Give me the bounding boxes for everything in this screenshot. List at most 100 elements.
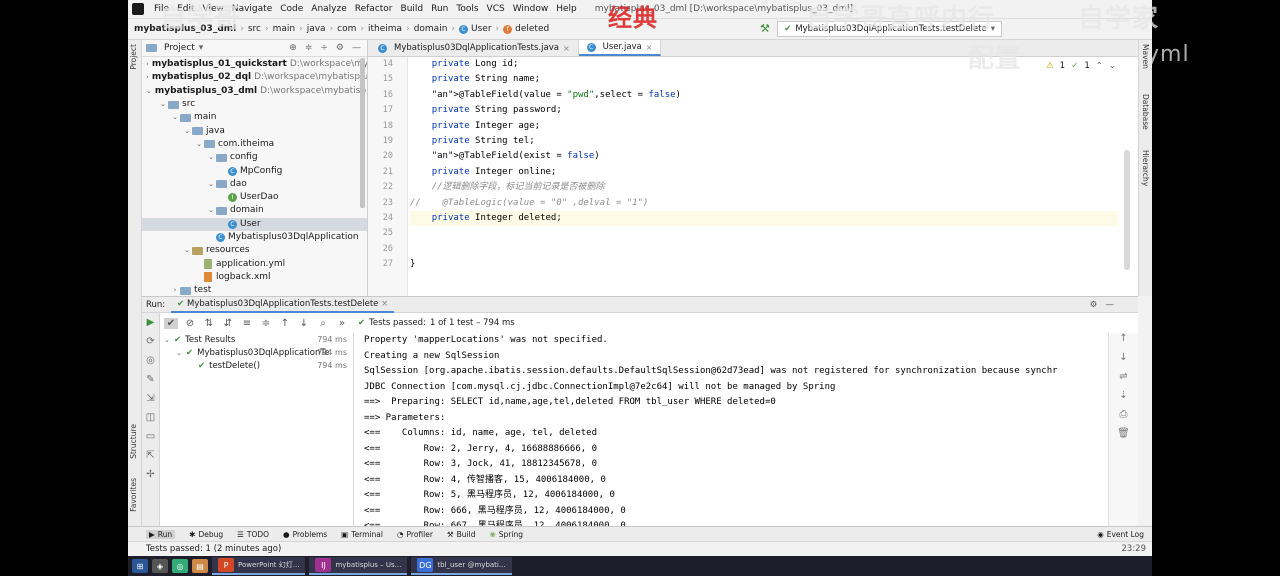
tool-tab-favorites[interactable]: Favorites [129,478,138,512]
chevron-icon[interactable]: › [146,71,149,84]
more-icon[interactable]: » [335,318,349,329]
soft-wrap-icon[interactable]: ⇌ [1109,371,1138,390]
bottom-tab-spring[interactable]: ❀ Spring [489,530,523,539]
export-icon[interactable]: ⇱ [142,446,159,465]
bottom-tab-problems[interactable]: ● Problems [283,530,327,539]
windows-start-icon[interactable]: ⊞ [132,559,148,573]
project-tree-item[interactable]: › test [142,284,367,296]
close-icon[interactable]: × [646,43,653,52]
console-output[interactable]: Property 'mapperLocations' was not speci… [364,333,1108,526]
breadcrumb-java[interactable]: java [307,24,326,34]
chevron-down-icon[interactable]: ▾ [199,43,204,53]
breadcrumb-main[interactable]: main [273,24,296,34]
rerun-failed-icon[interactable]: ⟳ [142,332,159,351]
search-icon[interactable]: ⌕ [316,318,330,329]
chevron-icon[interactable]: ⌄ [194,138,204,151]
menu-vcs[interactable]: VCS [483,0,509,19]
wrench-icon[interactable]: ✎ [142,370,159,389]
taskbar-app-intellij[interactable]: IJ mybatisplus – Us... [309,557,408,575]
bottom-tab-terminal[interactable]: ▣ Terminal [341,530,383,539]
down-arrow-icon[interactable]: ↓ [1109,352,1138,371]
chevron-icon[interactable]: ⌄ [206,151,216,164]
breadcrumb-user[interactable]: User [471,24,492,34]
project-tree-item[interactable]: ⌄ mybatisplus_03_dml D:\workspace\mybatisp… [142,85,367,98]
menu-code[interactable]: Code [276,0,307,19]
chevron-down-icon[interactable]: ⌄ [176,349,186,357]
up-arrow-icon[interactable]: ↑ [1109,333,1138,352]
project-tree-item[interactable]: C User [142,217,367,231]
menu-window[interactable]: Window [509,0,553,19]
sort-duration-icon[interactable]: ⇵ [221,318,235,329]
menu-refactor[interactable]: Refactor [351,0,397,19]
expand-icon[interactable]: ÷ [320,43,328,53]
import-icon[interactable]: ⇲ [142,389,159,408]
breadcrumb-deleted[interactable]: deleted [515,24,549,34]
project-tree-item[interactable]: ⌄ main [142,111,367,124]
up-arrow-icon[interactable]: ↑ [278,318,292,329]
chevron-icon[interactable]: ⌄ [182,125,192,138]
tool-tab-structure[interactable]: Structure [129,424,138,459]
project-tree-item[interactable]: ⌄ com.itheima [142,138,367,151]
inspection-widget[interactable]: ⚠ 1 ✓ 1 ⌃ ⌄ [1046,61,1116,71]
project-tree-item[interactable]: logback.xml [142,271,367,284]
rerun-icon[interactable]: ▶ [142,313,159,332]
project-view-select[interactable]: Project [164,43,195,53]
chrome-icon[interactable]: ◎ [172,559,188,573]
bottom-tab-run[interactable]: ▶ Run [146,529,176,539]
taskbar-app-powerpoint[interactable]: P PowerPoint 幻灯... [212,557,306,575]
project-tree-item[interactable]: application.yml [142,257,367,270]
taskbar-app-datagrip[interactable]: DG tbl_user @mybati... [411,557,512,575]
locate-icon[interactable]: ⊕ [289,43,297,53]
project-tree-item[interactable]: ⌄ resources [142,244,367,257]
project-tree-item[interactable]: ⌄ src [142,98,367,111]
layout-icon[interactable]: ▭ [142,427,159,446]
chevron-icon[interactable]: › [170,284,180,296]
chevron-icon[interactable]: ⌄ [206,204,216,217]
breadcrumb-domain[interactable]: domain [414,24,448,34]
minimize-icon[interactable]: — [352,43,361,53]
breadcrumb-com[interactable]: com [337,24,356,34]
chevron-icon[interactable]: ⌄ [146,85,152,98]
print-icon[interactable]: ⎙ [1109,409,1138,428]
collapse-all-icon[interactable]: ≑ [305,43,313,53]
sort-alpha-icon[interactable]: ⇅ [202,318,216,329]
chevron-icon[interactable]: ⌄ [182,244,192,257]
trash-icon[interactable]: 🗑 [1109,428,1138,447]
code-area[interactable]: private Long id; private String name; "a… [410,57,1118,296]
project-tree-item[interactable]: C MpConfig [142,164,367,177]
show-passed-icon[interactable]: ✔ [164,317,178,329]
breadcrumb-src[interactable]: src [248,24,261,34]
editor-scrollbar[interactable] [1124,150,1130,270]
menu-help[interactable]: Help [552,0,581,19]
chevron-down-icon[interactable]: ⌄ [1109,61,1116,71]
editor-tab-user[interactable]: C User.java × [578,40,662,56]
gear-icon[interactable]: ⚙ [336,43,344,53]
close-icon[interactable]: × [381,299,388,309]
chevron-icon[interactable]: ⌄ [170,111,180,124]
camera-icon[interactable]: ◫ [142,408,159,427]
project-tree-item[interactable]: ⌄ java [142,124,367,137]
project-tree-item[interactable]: › mybatisplus_02_dql D:\workspace\mybatisp… [142,71,367,84]
test-result-item[interactable]: ⌄ ✔ Test Results 794 ms [160,333,353,346]
collapse-all-icon[interactable]: ≑ [259,318,273,329]
chevron-up-icon[interactable]: ⌃ [1096,61,1103,71]
tool-tab-project[interactable]: Project [129,44,138,70]
browser-red-icon[interactable]: ◈ [152,559,168,573]
bottom-tab-todo[interactable]: ☰ TODO [237,530,269,539]
bottom-tab-build[interactable]: ⚒ Build [447,530,476,539]
expand-all-icon[interactable]: ≡ [240,318,254,329]
project-tree-item[interactable]: C Mybatisplus03DqlApplication [142,231,367,244]
show-ignored-icon[interactable]: ⊘ [183,318,197,329]
build-hammer-icon[interactable]: ⚒ [760,22,770,35]
menu-tools[interactable]: Tools [452,0,482,19]
run-tab[interactable]: ✔ Mybatisplus03DqlApplicationTests.testD… [171,297,395,313]
scroll-to-end-icon[interactable]: ⇣ [1109,390,1138,409]
chevron-icon[interactable]: › [146,58,149,71]
breadcrumb-itheima[interactable]: itheima [368,24,402,34]
tool-tab-hierarchy[interactable]: Hierarchy [1141,150,1150,186]
tool-tab-database[interactable]: Database [1141,94,1150,130]
folder-icon[interactable]: ▤ [192,559,208,573]
test-result-item[interactable]: ⌄ ✔ Mybatisplus03DqlApplicationTe 794 ms [160,346,353,359]
project-scrollbar[interactable] [360,58,365,208]
close-icon[interactable]: × [563,44,570,53]
